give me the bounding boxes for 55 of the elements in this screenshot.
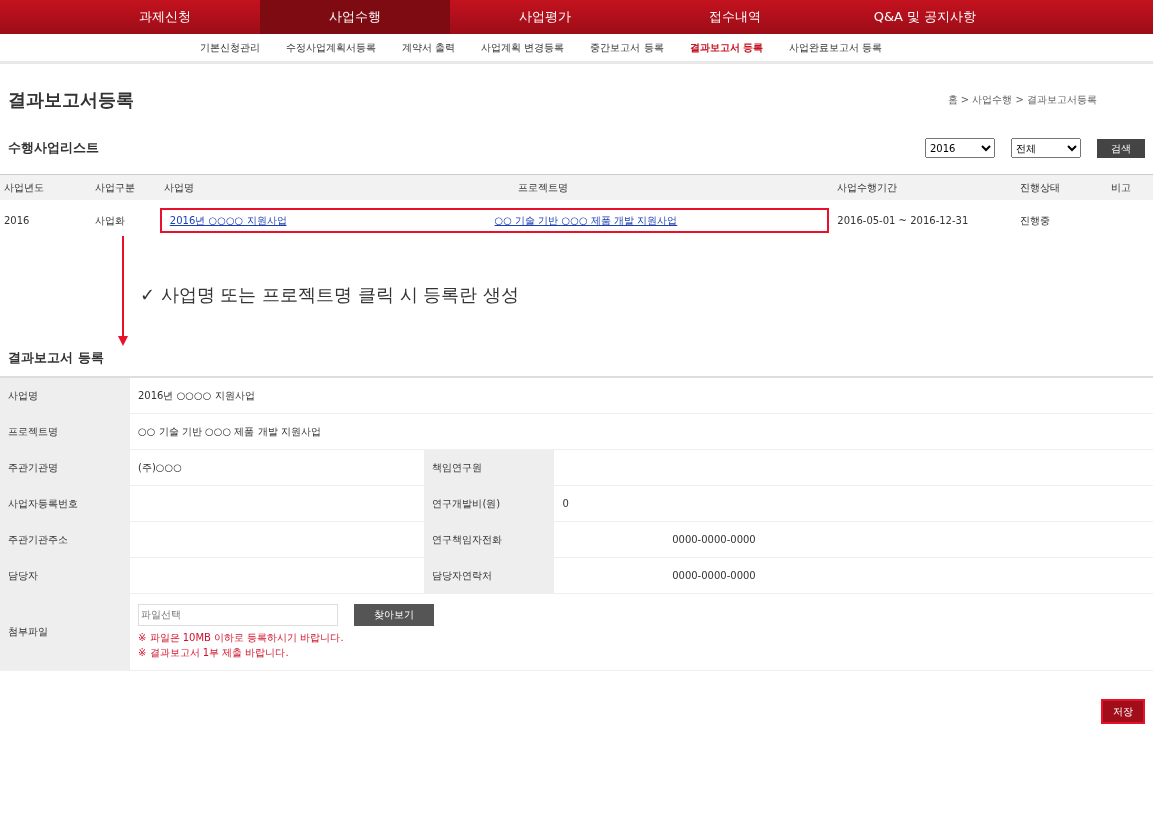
column-header: 사업명	[159, 174, 514, 200]
file-field[interactable]: 파일선택	[138, 603, 338, 626]
nav-tab[interactable]: 과제신청	[70, 0, 260, 34]
section-title: 수행사업리스트	[8, 139, 99, 158]
nav-tab[interactable]: 접수내역	[640, 0, 830, 34]
sub-nav-link[interactable]: 계약서 출력	[402, 34, 456, 61]
filter-select[interactable]: 2016	[925, 138, 995, 158]
table-cell: 2016	[0, 200, 92, 241]
field-label: 주관기관주소	[0, 521, 130, 557]
column-header: 사업년도	[0, 174, 92, 200]
section-title: 결과보고서 등록	[7, 349, 105, 367]
column-header: 사업수행기간	[833, 174, 1016, 200]
field-value: 0000-0000-0000	[672, 569, 756, 581]
field-value: (주)○○○	[138, 461, 182, 473]
field-label: 담당자연락처	[424, 557, 555, 593]
nav-tab[interactable]: Q&A 및 공지사항	[830, 0, 1020, 34]
field-label: 첨부파일	[0, 593, 130, 670]
note-text: ※ 파일은 10MB 이하로 등록하시기 바랍니다.	[138, 630, 345, 645]
sub-nav-link[interactable]: 사업계획 변경등록	[481, 34, 565, 61]
table-cell: 2016-05-01 ~ 2016-12-31	[833, 200, 1016, 241]
column-header: 프로젝트명	[513, 174, 834, 200]
sub-nav-link[interactable]: 수정사업계획서등록	[286, 34, 376, 61]
page-title: 결과보고서등록	[8, 88, 134, 112]
column-header: 진행상태	[1015, 174, 1108, 200]
save-button[interactable]: 저장	[1101, 698, 1145, 724]
sub-nav-link[interactable]: 기본신청관리	[200, 34, 260, 61]
note-text: ※ 결과보고서 1부 제출 바랍니다.	[138, 645, 290, 660]
column-header: 비고	[1107, 174, 1153, 200]
table-cell: 진행중	[1015, 200, 1108, 241]
field-value: 2016년 ○○○○ 지원사업	[130, 376, 1153, 413]
project-link[interactable]: ○○ 기술 기반 ○○○ 제품 개발 지원사업	[494, 213, 820, 228]
field-value: 0	[562, 497, 569, 509]
field-label: 연구개발비(원)	[424, 485, 555, 521]
sub-nav-link[interactable]: 사업완료보고서 등록	[789, 34, 883, 61]
field-label: 연구책임자전화	[424, 521, 555, 557]
sub-nav-link[interactable]: 결과보고서 등록	[689, 34, 764, 61]
field-value: ○○ 기술 기반 ○○○ 제품 개발 지원사업	[130, 413, 1153, 449]
table-cell: 사업화	[91, 200, 160, 241]
field-label: 사업명	[0, 376, 130, 413]
field-value: 0000-0000-0000	[672, 533, 756, 545]
field-label: 책임연구원	[424, 449, 555, 485]
sub-nav-link[interactable]: 중간보고서 등록	[590, 34, 664, 61]
annotation-text: ✓ 사업명 또는 프로젝트명 클릭 시 등록란 생성	[140, 283, 520, 307]
project-link[interactable]: 2016년 ○○○○ 지원사업	[169, 213, 495, 228]
breadcrumb-text: 홈 > 사업수행 > 결과보고서등록	[947, 93, 1097, 107]
nav-tab[interactable]: 사업평가	[450, 0, 640, 34]
search-button[interactable]: 검색	[1097, 138, 1145, 158]
field-label: 프로젝트명	[0, 413, 130, 449]
nav-tab[interactable]: 사업수행	[260, 0, 450, 34]
field-label: 주관기관명	[0, 449, 130, 485]
field-label: 담당자	[0, 557, 130, 593]
column-header: 사업구분	[91, 174, 160, 200]
browse-button[interactable]: 찾아보기	[354, 603, 434, 626]
filter-select[interactable]: 전체	[1011, 138, 1081, 158]
field-label: 사업자등록번호	[0, 485, 130, 521]
